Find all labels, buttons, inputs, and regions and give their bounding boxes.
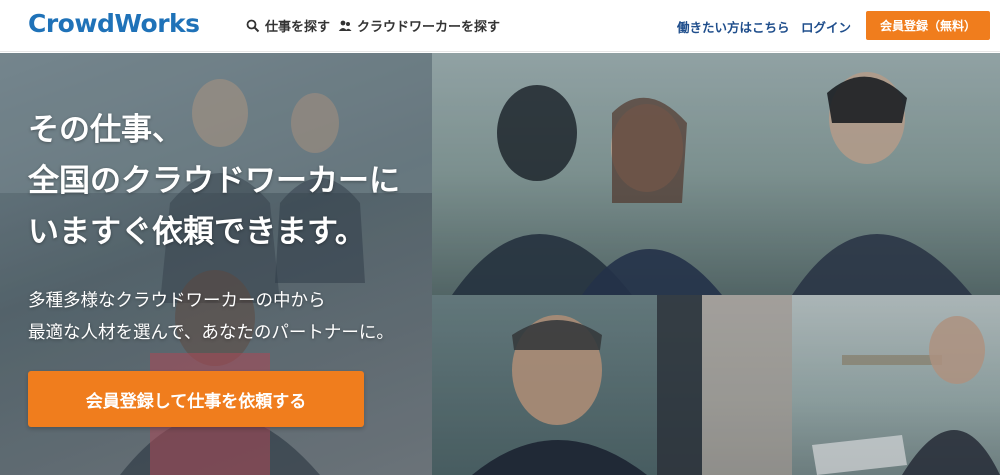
hero-subtext-line2: 最適な人材を選んで、あなたのパートナーに。 (28, 323, 394, 343)
hero-headline-line3: いますぐ依頼できます。 (28, 214, 366, 250)
logo[interactable]: CrowdWorks (28, 9, 200, 38)
nav-search-jobs-label: 仕事を探す (265, 20, 331, 35)
nav-login-link[interactable]: ログイン (801, 17, 851, 36)
nav-search-jobs[interactable]: 仕事を探す (246, 16, 330, 35)
nav-search-workers-label: クラウドワーカーを探す (357, 20, 501, 35)
hero-headline-line1: その仕事、 (28, 112, 183, 148)
search-icon (246, 19, 260, 32)
cta-register-button[interactable]: 会員登録して仕事を依頼する (28, 371, 364, 427)
hero-subtext-line1: 多種多様なクラウドワーカーの中から (28, 291, 326, 311)
hero-headline-line2: 全国のクラウドワーカーに (28, 163, 400, 199)
hero-section: その仕事、 全国のクラウドワーカーに いますぐ依頼できます。 多種多様なクラウド… (0, 53, 1000, 475)
nav-search-workers[interactable]: クラウドワーカーを探す (338, 16, 500, 35)
site-header: CrowdWorks 仕事を探す クラウドワーカーを探す 働きたい方はこちら ロ… (0, 0, 1000, 52)
users-icon (338, 20, 352, 31)
register-button[interactable]: 会員登録（無料） (866, 11, 990, 40)
nav-for-workers-link[interactable]: 働きたい方はこちら (677, 17, 790, 36)
